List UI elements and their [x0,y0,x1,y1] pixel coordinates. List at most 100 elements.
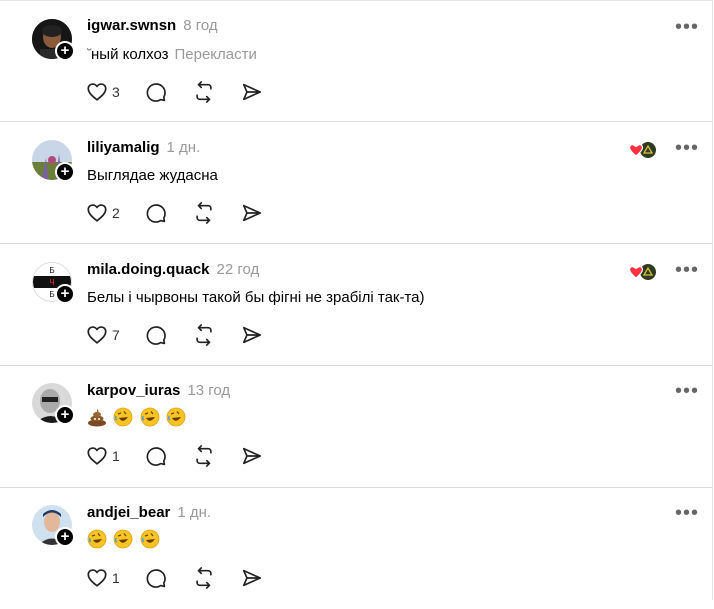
username[interactable]: karpov_iuras 13 год [87,382,230,399]
rolling-on-floor-laughing-icon [114,529,133,549]
follow-plus-icon[interactable]: + [55,41,75,61]
translate-link[interactable]: Перекласти [175,46,257,63]
share-button[interactable] [241,81,263,105]
heart-icon [87,326,107,344]
repost-icon [196,202,212,224]
share-button[interactable] [241,202,263,226]
repost-button[interactable] [193,324,215,348]
like-button[interactable]: 1 [86,445,126,469]
send-icon [242,326,262,344]
likers-indicator[interactable] [628,140,659,160]
share-button[interactable] [241,567,263,591]
share-button[interactable] [241,324,263,348]
username-text[interactable]: igwar.swnsn [87,17,176,34]
like-count: 7 [112,327,120,343]
reply-button[interactable] [145,445,167,469]
comment-icon [146,447,166,466]
reply-button[interactable] [145,81,167,105]
username[interactable]: liliyamalig 1 дн. [87,139,200,156]
repost-icon [196,324,212,346]
follow-plus-icon[interactable]: + [55,405,75,425]
timestamp[interactable]: 22 год [217,261,260,278]
send-icon [242,204,262,222]
rolling-on-floor-laughing-icon [140,529,160,549]
rolling-on-floor-laughing-icon [87,529,107,549]
timestamp[interactable]: 13 год [187,382,230,399]
comment-item: + karpov_iuras 13 год ••• 1 [0,366,712,488]
follow-plus-icon[interactable]: + [55,527,75,547]
repost-button[interactable] [193,202,215,226]
likers-indicator[interactable] [628,262,659,282]
timestamp[interactable]: 8 год [183,17,217,34]
username[interactable]: mila.doing.quack 22 год [87,261,259,278]
right-border [712,0,713,600]
rolling-on-floor-laughing-icon [166,407,186,427]
repost-button[interactable] [193,567,215,591]
follow-plus-icon[interactable]: + [55,284,75,304]
comment-body: ный колхоз [91,46,169,63]
heart-icon [87,569,107,587]
action-bar: 2 [86,202,286,226]
comment-body: Выглядае жудасна [87,167,218,184]
send-icon [242,569,262,587]
like-count: 3 [112,84,120,100]
comment-icon [146,83,166,102]
follow-plus-icon[interactable]: + [55,162,75,182]
avatar-letter-bottom: Б [49,290,54,299]
heart-icon [87,83,107,101]
username-text[interactable]: karpov_iuras [87,382,180,399]
repost-button[interactable] [193,81,215,105]
reply-button[interactable] [145,324,167,348]
more-options-icon[interactable]: ••• [675,381,699,401]
repost-icon [196,81,212,103]
username-text[interactable]: andjei_bear [87,504,170,521]
heart-icon [87,447,107,465]
more-options-icon[interactable]: ••• [675,138,699,158]
comment-icon [146,569,166,588]
username[interactable]: igwar.swnsn 8 год [87,17,218,34]
timestamp[interactable]: 1 дн. [167,139,201,156]
emoji-text [87,529,162,551]
comment-icon [146,326,166,345]
username[interactable]: andjei_bear 1 дн. [87,504,211,521]
comment-text: ˘ный колхоз Перекласти [87,46,257,63]
like-count: 2 [112,205,120,221]
avatar-letter-top: Б [49,266,54,275]
username-text[interactable]: mila.doing.quack [87,261,210,278]
more-options-icon[interactable]: ••• [675,260,699,280]
repost-icon [196,445,212,467]
rolling-on-floor-laughing-icon [140,407,160,427]
more-options-icon[interactable]: ••• [675,503,699,523]
repost-icon [196,567,212,589]
like-button[interactable]: 7 [86,324,126,348]
like-button[interactable]: 2 [86,202,126,226]
reply-button[interactable] [145,567,167,591]
send-icon [242,83,262,101]
action-bar: 1 [86,445,286,469]
more-options-icon[interactable]: ••• [675,17,699,37]
reply-button[interactable] [145,202,167,226]
username-text[interactable]: liliyamalig [87,139,160,156]
action-bar: 1 [86,567,286,591]
repost-button[interactable] [193,445,215,469]
comment-item: + andjei_bear 1 дн. ••• 1 [0,488,712,609]
comment-item: БЧБ + mila.doing.quack 22 год Белы і чырв… [0,244,712,366]
like-count: 1 [112,448,120,464]
comment-body: Белы і чырвоны такой бы фігні не зрабілі… [87,289,425,306]
rolling-on-floor-laughing-icon [114,407,133,427]
like-button[interactable]: 3 [86,81,126,105]
comment-icon [146,204,166,223]
timestamp[interactable]: 1 дн. [177,504,211,521]
heart-icon [87,204,107,222]
comment-item: + igwar.swnsn 8 год ˘ный колхоз Перекласти… [0,0,712,122]
comment-item: + liliyamalig 1 дн. Выглядае жудасна ••• … [0,122,712,244]
action-bar: 3 [86,81,286,105]
like-count: 1 [112,570,120,586]
share-button[interactable] [241,445,263,469]
avatar-letter-middle: Ч [49,278,54,287]
pile-of-poo-icon [88,409,106,427]
send-icon [242,447,262,465]
like-button[interactable]: 1 [86,567,126,591]
action-bar: 7 [86,324,286,348]
emoji-text [87,407,188,429]
